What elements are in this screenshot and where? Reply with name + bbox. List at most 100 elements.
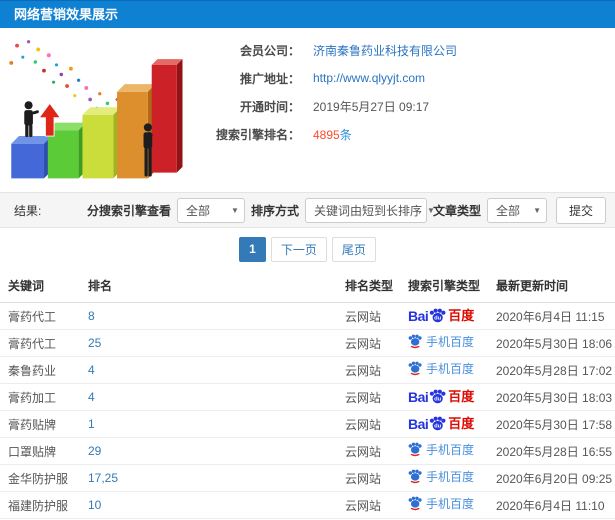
engine-cell: 手机百度 (400, 491, 488, 519)
baidu-pc-logo: Bai du 百度 (408, 415, 475, 432)
chevron-down-icon: ▼ (533, 205, 541, 215)
table-row: 膏药加工 4 云网站 Bai du 百度 2020年5月30日 18:03 (0, 383, 615, 411)
baidu-mobile-paw-icon (408, 469, 422, 484)
results-table: 关键词 排名 排名类型 搜索引擎类型 最新更新时间 膏药代工 8 云网站 Bai… (0, 270, 615, 519)
updated-cell: 2020年5月30日 17:58 (488, 410, 615, 438)
baidu-paw-icon: du (430, 416, 446, 431)
baidu-paw-icon: du (430, 389, 446, 404)
rank-type-cell: 云网站 (337, 491, 400, 519)
results-panel: 结果: 分搜索引擎查看 全部 ▼ 排序方式 关键词由短到长排序 ▼ 文章类型 全… (0, 192, 615, 228)
baidu-pc-logo: Bai du 百度 (408, 307, 475, 324)
rank-link[interactable]: 17,25 (80, 464, 337, 492)
sort-filter-label: 排序方式 (250, 203, 299, 218)
rank-link[interactable]: 4 (80, 356, 337, 384)
rank-count: 4895 (313, 127, 340, 142)
table-header-row: 关键词 排名 排名类型 搜索引擎类型 最新更新时间 (0, 270, 615, 303)
keyword-cell: 福建防护服 (0, 491, 80, 519)
page-button-next[interactable]: 下一页 (270, 236, 327, 262)
engine-filter-value: 全部 (185, 203, 210, 218)
bar-red (151, 59, 183, 173)
page-title: 网络营销效果展示 (14, 7, 119, 22)
results-label: 结果: (14, 203, 42, 218)
rank-link[interactable]: 8 (80, 302, 337, 330)
engine-cell: 手机百度 (400, 464, 488, 492)
engine-rank-value: 4895条 (313, 126, 352, 143)
keyword-cell: 膏药贴牌 (0, 410, 80, 438)
header-engine-type: 搜索引擎类型 (400, 270, 488, 303)
engine-filter-label: 分搜索引擎查看 (86, 203, 171, 218)
rank-link[interactable]: 4 (80, 383, 337, 411)
rank-link[interactable]: 1 (80, 410, 337, 438)
type-filter-value: 全部 (495, 203, 520, 218)
updated-cell: 2020年5月28日 17:02 (488, 356, 615, 384)
engine-cell: 手机百度 (400, 437, 488, 465)
chevron-down-icon: ▼ (231, 205, 239, 215)
company-value: 济南秦鲁药业科技有限公司 (313, 43, 458, 58)
table-row: 膏药代工 8 云网站 Bai du 百度 2020年6月4日 11:15 (0, 302, 615, 330)
baidu-mobile-label: 手机百度 (426, 334, 475, 349)
baidu-mobile-label: 手机百度 (426, 442, 475, 457)
engine-cell: Bai du 百度 (400, 383, 488, 411)
bar-yellow (82, 107, 121, 179)
baidu-mobile-logo: 手机百度 (408, 334, 474, 349)
submit-button[interactable]: 提交 (555, 196, 606, 224)
rank-link[interactable]: 10 (80, 491, 337, 519)
promo-url-link[interactable]: http://www.qlyyjt.com (313, 71, 425, 85)
rank-unit: 条 (339, 127, 352, 142)
baidu-pc-logo: Bai du 百度 (408, 388, 475, 405)
growth-chart-illustration (9, 40, 183, 179)
baidu-mobile-paw-icon (408, 496, 422, 511)
header-keyword: 关键词 (0, 270, 80, 303)
rank-link[interactable]: 29 (80, 437, 337, 465)
engine-filter-select[interactable]: 全部 ▼ (176, 197, 245, 223)
engine-cell: 手机百度 (400, 329, 488, 357)
engine-rank-row: 搜索引擎排名： 4895条 (182, 120, 457, 148)
sort-filter-value: 关键词由短到长排序 (313, 203, 422, 218)
rank-type-cell: 云网站 (337, 437, 400, 465)
updated-cell: 2020年6月4日 11:10 (488, 491, 615, 519)
header-rank: 排名 (80, 270, 337, 303)
table-row: 福建防护服 10 云网站 手机百度 2020年6月4日 11:10 (0, 491, 615, 519)
baidu-mobile-logo: 手机百度 (408, 442, 474, 457)
baidu-mobile-paw-icon (408, 361, 422, 376)
table-row: 膏药代工 25 云网站 手机百度 2020年5月30日 18:06 (0, 329, 615, 357)
company-label: 会员公司： (239, 43, 300, 58)
rank-type-cell: 云网站 (337, 329, 400, 357)
promo-url-row: 推广地址： http://www.qlyyjt.com (182, 64, 457, 92)
results-table-body: 膏药代工 8 云网站 Bai du 百度 2020年6月4日 11:15 膏药代… (0, 302, 615, 519)
baidu-mobile-logo: 手机百度 (408, 361, 474, 376)
company-row: 会员公司： 济南秦鲁药业科技有限公司 (182, 36, 457, 64)
page-button-last[interactable]: 尾页 (331, 236, 376, 262)
keyword-cell: 秦鲁药业 (0, 356, 80, 384)
baidu-paw-icon: du (430, 308, 446, 323)
pagination: 1 下一页 尾页 (0, 228, 615, 270)
type-filter-select[interactable]: 全部 ▼ (486, 197, 547, 223)
baidu-mobile-paw-icon (408, 442, 422, 457)
header-updated: 最新更新时间 (488, 270, 615, 303)
keyword-cell: 膏药代工 (0, 302, 80, 330)
page-button-current[interactable]: 1 (239, 236, 266, 262)
baidu-mobile-logo: 手机百度 (408, 469, 474, 484)
engine-cell: Bai du 百度 (400, 410, 488, 438)
engine-cell: 手机百度 (400, 356, 488, 384)
rank-link[interactable]: 25 (80, 329, 337, 357)
header-rank-type: 排名类型 (337, 270, 400, 303)
keyword-cell: 口罩贴牌 (0, 437, 80, 465)
engine-rank-label: 搜索引擎排名： (215, 127, 300, 142)
updated-cell: 2020年5月30日 18:03 (488, 383, 615, 411)
open-time-row: 开通时间： 2019年5月27日 09:17 (182, 92, 457, 120)
rank-type-cell: 云网站 (337, 464, 400, 492)
engine-cell: Bai du 百度 (400, 302, 488, 330)
baidu-mobile-logo: 手机百度 (408, 496, 474, 511)
keyword-cell: 膏药加工 (0, 383, 80, 411)
table-row: 口罩贴牌 29 云网站 手机百度 2020年5月28日 16:55 (0, 437, 615, 465)
rank-type-cell: 云网站 (337, 302, 400, 330)
rank-type-cell: 云网站 (337, 356, 400, 384)
table-row: 金华防护服 17,25 云网站 手机百度 2020年6月20日 09:25 (0, 464, 615, 492)
open-time-label: 开通时间： (239, 99, 300, 114)
open-time-value: 2019年5月27日 09:17 (313, 99, 430, 114)
bar-blue (11, 136, 52, 179)
svg-text:du: du (434, 316, 442, 322)
updated-cell: 2020年5月28日 16:55 (488, 437, 615, 465)
sort-filter-select[interactable]: 关键词由短到长排序 ▼ (304, 197, 435, 223)
